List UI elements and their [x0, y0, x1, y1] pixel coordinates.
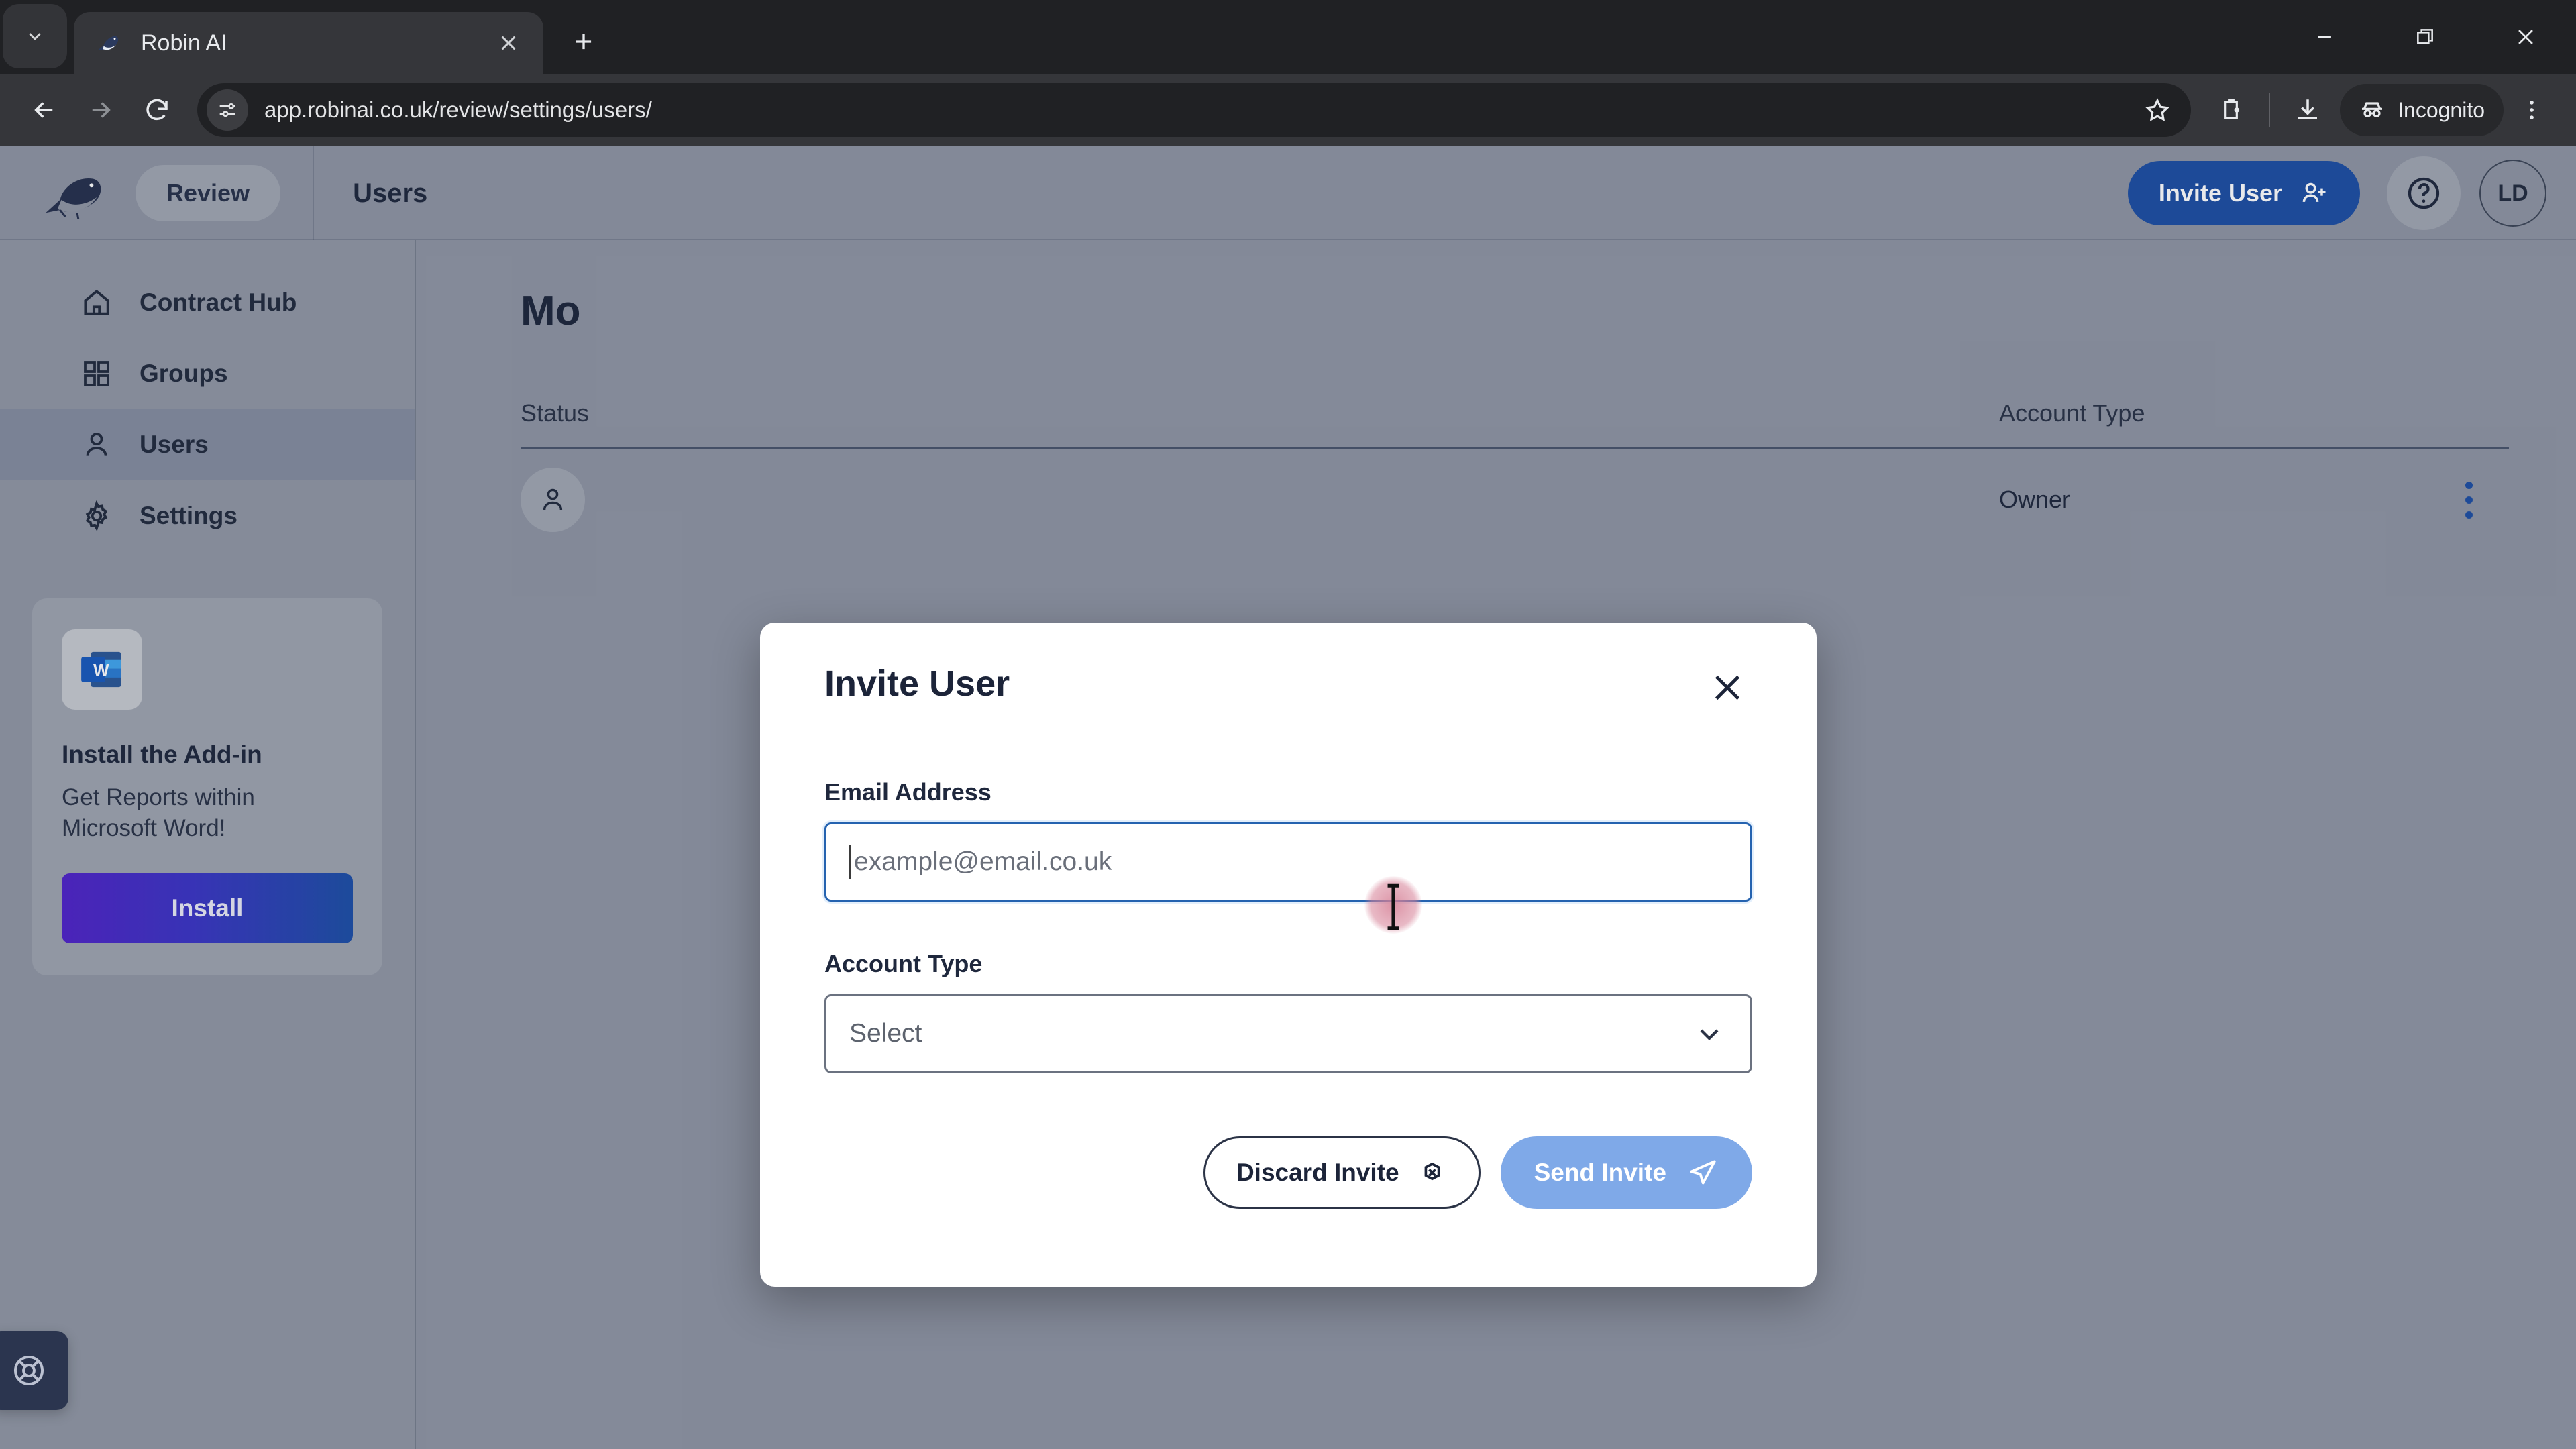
- forward-button[interactable]: [72, 82, 129, 138]
- tab-strip: Robin AI: [0, 0, 2576, 74]
- browser-window: Robin AI app.robinai.co.uk/review/settin…: [0, 0, 2576, 1449]
- arrow-right-icon: [92, 102, 111, 118]
- close-icon: [1715, 675, 1740, 700]
- bookmark-star-icon[interactable]: [2133, 86, 2182, 134]
- close-icon: [2518, 30, 2533, 44]
- account-type-field-group: Account Type Select: [824, 950, 1752, 1073]
- tab-search-button[interactable]: [3, 4, 67, 68]
- downloads-button[interactable]: [2279, 82, 2336, 138]
- chevron-down-glyph: [1700, 1029, 1719, 1040]
- url-text: app.robinai.co.uk/review/settings/users/: [264, 97, 652, 122]
- plus-icon: [576, 34, 592, 50]
- incognito-indicator[interactable]: Incognito: [2340, 84, 2504, 136]
- discard-invite-button[interactable]: Discard Invite: [1203, 1136, 1481, 1209]
- address-bar[interactable]: app.robinai.co.uk/review/settings/users/: [197, 83, 2192, 137]
- account-type-selected-value: Select: [849, 1019, 922, 1048]
- browser-tab[interactable]: Robin AI: [74, 12, 543, 74]
- browser-toolbar: app.robinai.co.uk/review/settings/users/…: [0, 74, 2576, 146]
- chevron-down-icon: [29, 33, 41, 40]
- modal-close-button[interactable]: [1703, 663, 1752, 712]
- window-close-button[interactable]: [2475, 0, 2576, 74]
- reload-button[interactable]: [129, 82, 185, 138]
- invite-user-modal: Invite User Email Address example@email.…: [760, 623, 1817, 1287]
- text-caret: [849, 845, 851, 879]
- modal-header: Invite User: [824, 663, 1752, 712]
- close-icon: [501, 36, 516, 50]
- paper-plane-icon: [1690, 1160, 1716, 1185]
- minimize-button[interactable]: [2274, 0, 2375, 74]
- robin-bird-icon: [91, 27, 123, 59]
- circle-x-icon: [1424, 1162, 1440, 1181]
- tune-icon: [219, 103, 235, 117]
- minimize-icon: [2318, 36, 2331, 38]
- modal-actions: Discard Invite Send Invite: [824, 1136, 1752, 1209]
- chevron-down-icon: [1691, 1016, 1727, 1052]
- discard-invite-label: Discard Invite: [1236, 1159, 1399, 1186]
- robin-ai-app: Review Users Invite User LD Contract Hub…: [0, 146, 2576, 1449]
- account-type-select[interactable]: Select: [824, 994, 1752, 1073]
- site-settings-icon[interactable]: [207, 89, 248, 131]
- robin-bird-glyph: [97, 36, 119, 50]
- maximize-icon: [2417, 29, 2433, 44]
- incognito-label: Incognito: [2398, 97, 2485, 122]
- account-type-label: Account Type: [824, 950, 983, 977]
- toolbar-divider: [2269, 93, 2271, 127]
- window-controls: [2274, 0, 2576, 74]
- email-field-label: Email Address: [824, 778, 991, 806]
- arrow-left-icon: [34, 102, 53, 118]
- email-input-placeholder: example@email.co.uk: [854, 847, 1112, 876]
- email-field-group: Email Address example@email.co.uk: [824, 778, 1752, 902]
- send-invite-button[interactable]: Send Invite: [1500, 1136, 1752, 1209]
- chrome-menu-button[interactable]: [2504, 82, 2560, 138]
- extensions-button[interactable]: [2203, 82, 2259, 138]
- back-button[interactable]: [16, 82, 72, 138]
- tab-close-button[interactable]: [491, 25, 526, 60]
- kebab-menu-icon: [2530, 101, 2534, 119]
- star-icon: [2145, 98, 2170, 121]
- email-input-wrapper[interactable]: example@email.co.uk: [824, 822, 1752, 902]
- incognito-icon: [2362, 102, 2383, 117]
- download-icon: [2298, 99, 2318, 119]
- modal-title: Invite User: [824, 663, 1010, 704]
- reload-icon: [146, 99, 168, 121]
- new-tab-button[interactable]: [558, 16, 609, 67]
- maximize-button[interactable]: [2375, 0, 2475, 74]
- tab-title: Robin AI: [141, 30, 227, 56]
- extensions-icon: [2224, 99, 2240, 119]
- send-invite-label: Send Invite: [1534, 1159, 1666, 1186]
